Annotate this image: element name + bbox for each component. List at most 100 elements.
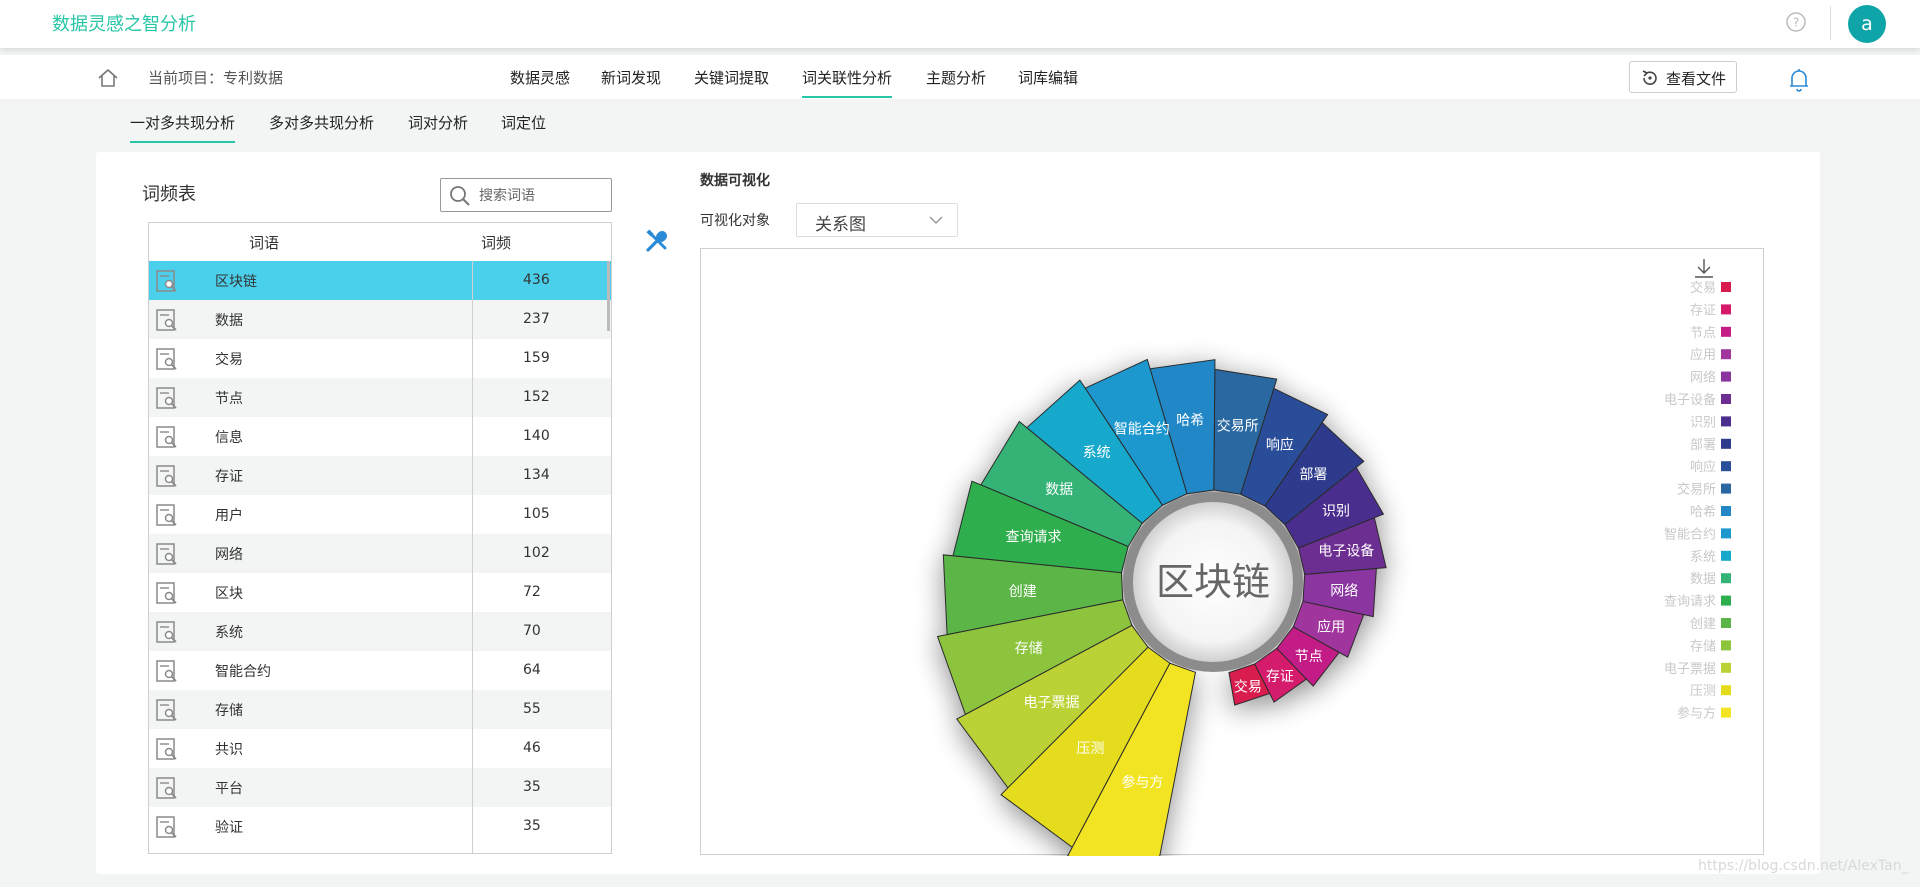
tab-data-inspiration[interactable]: 数据灵感 — [510, 67, 570, 88]
table-row[interactable]: 存证 134 — [149, 456, 611, 495]
tab-new-word-discovery[interactable]: 新词发现 — [601, 67, 661, 88]
table-row[interactable]: 系统 70 — [149, 612, 611, 651]
document-search-icon[interactable] — [155, 698, 179, 722]
table-row[interactable]: 网络 102 — [149, 534, 611, 573]
legend-label[interactable]: 查询请求 — [1664, 595, 1716, 610]
row-count: 152 — [523, 389, 550, 405]
table-row[interactable]: 验证 35 — [149, 807, 611, 846]
tab-word-association[interactable]: 词关联性分析 — [802, 67, 893, 98]
table-row[interactable]: 智能合约 64 — [149, 651, 611, 690]
legend-swatch[interactable] — [1721, 595, 1731, 606]
download-icon[interactable] — [1695, 259, 1713, 278]
help-icon[interactable]: ? — [1785, 11, 1807, 33]
legend-swatch[interactable] — [1721, 707, 1731, 718]
legend-label[interactable]: 识别 — [1690, 415, 1716, 430]
legend-swatch[interactable] — [1721, 349, 1731, 360]
legend-label[interactable]: 系统 — [1690, 550, 1716, 565]
document-search-icon[interactable] — [155, 581, 179, 605]
legend-label[interactable]: 交易 — [1690, 280, 1716, 296]
avatar[interactable]: a — [1848, 5, 1886, 43]
table-row[interactable]: 存储 55 — [149, 690, 611, 729]
legend-swatch[interactable] — [1721, 438, 1731, 449]
document-search-icon[interactable] — [155, 659, 179, 683]
legend-label[interactable]: 电子票据 — [1664, 662, 1716, 677]
document-search-icon[interactable] — [155, 347, 179, 371]
legend-swatch[interactable] — [1721, 282, 1731, 292]
document-search-icon[interactable] — [155, 386, 179, 410]
rose-chart: 交易存证节点应用网络电子设备识别部署响应交易所哈希智能合约系统数据查询请求创建存… — [936, 259, 1731, 856]
legend-swatch[interactable] — [1721, 573, 1731, 584]
legend-label[interactable]: 智能合约 — [1664, 527, 1716, 542]
legend-swatch[interactable] — [1721, 618, 1731, 628]
table-row[interactable]: 信息 140 — [149, 417, 611, 456]
document-search-icon[interactable] — [155, 815, 179, 839]
legend-label[interactable]: 节点 — [1690, 326, 1716, 341]
document-search-icon[interactable] — [155, 269, 179, 293]
table-row[interactable]: 数据 237 — [149, 300, 611, 339]
legend-label[interactable]: 网络 — [1690, 370, 1716, 386]
document-search-icon[interactable] — [155, 503, 179, 527]
legend-label[interactable]: 哈希 — [1690, 505, 1716, 520]
document-search-icon[interactable] — [155, 464, 179, 488]
document-search-icon[interactable] — [155, 308, 179, 332]
home-icon[interactable] — [97, 67, 119, 89]
legend-label[interactable]: 参与方 — [1677, 706, 1716, 722]
legend-label[interactable]: 压测 — [1690, 684, 1716, 699]
legend-label[interactable]: 响应 — [1690, 459, 1716, 475]
column-header-frequency[interactable]: 词频 — [481, 232, 511, 253]
tools-icon[interactable] — [644, 228, 670, 254]
legend-label[interactable]: 交易所 — [1677, 482, 1716, 498]
subtab-word-location[interactable]: 词定位 — [501, 112, 546, 133]
legend-label[interactable]: 应用 — [1690, 347, 1716, 363]
legend-label[interactable]: 存储 — [1690, 639, 1716, 654]
table-row[interactable]: 区块链 436 — [149, 261, 611, 300]
row-word: 信息 — [215, 430, 243, 446]
tab-lexicon-edit[interactable]: 词库编辑 — [1018, 67, 1078, 88]
subtab-one-to-many[interactable]: 一对多共现分析 — [130, 112, 236, 143]
document-search-icon[interactable] — [155, 425, 179, 449]
legend-swatch[interactable] — [1721, 550, 1731, 561]
view-file-button[interactable]: 查看文件 — [1629, 61, 1737, 93]
legend-swatch[interactable] — [1721, 662, 1731, 673]
legend-swatch[interactable] — [1721, 640, 1731, 651]
legend-swatch[interactable] — [1721, 416, 1731, 427]
document-search-icon[interactable] — [155, 737, 179, 761]
legend-swatch[interactable] — [1721, 685, 1731, 696]
legend-label[interactable]: 电子设备 — [1664, 392, 1716, 408]
table-scrollbar[interactable] — [607, 261, 610, 331]
document-search-icon[interactable] — [155, 776, 179, 800]
legend-swatch[interactable] — [1721, 326, 1731, 337]
legend-swatch[interactable] — [1721, 528, 1731, 539]
document-search-icon[interactable] — [155, 620, 179, 644]
tab-keyword-extraction[interactable]: 关键词提取 — [694, 67, 769, 88]
table-row[interactable]: 平台 35 — [149, 768, 611, 807]
app-title[interactable]: 数据灵感之智分析 — [52, 10, 196, 36]
legend-swatch[interactable] — [1721, 461, 1731, 472]
legend-swatch[interactable] — [1721, 304, 1731, 315]
table-row[interactable]: 交易 159 — [149, 339, 611, 378]
search-input[interactable] — [477, 184, 609, 208]
search-box[interactable] — [440, 178, 612, 212]
column-header-word[interactable]: 词语 — [249, 232, 279, 253]
table-row[interactable]: 共识 46 — [149, 729, 611, 768]
tab-topic-analysis[interactable]: 主题分析 — [926, 67, 986, 88]
legend-label[interactable]: 部署 — [1690, 438, 1716, 453]
bell-icon[interactable] — [1787, 67, 1811, 93]
subtab-many-to-many[interactable]: 多对多共现分析 — [269, 112, 374, 133]
legend-swatch[interactable] — [1721, 506, 1731, 516]
subtab-word-pair[interactable]: 词对分析 — [408, 112, 468, 133]
legend-label[interactable]: 存证 — [1690, 303, 1716, 318]
row-word: 智能合约 — [215, 664, 271, 680]
legend-swatch[interactable] — [1721, 371, 1731, 382]
table-row[interactable]: 节点 152 — [149, 378, 611, 417]
table-row[interactable]: 用户 105 — [149, 495, 611, 534]
document-search-icon[interactable] — [155, 542, 179, 566]
table-row[interactable]: 区块 72 — [149, 573, 611, 612]
legend-swatch[interactable] — [1721, 483, 1731, 494]
legend-label[interactable]: 创建 — [1690, 617, 1716, 632]
legend-label[interactable]: 数据 — [1690, 572, 1716, 587]
row-word: 网络 — [215, 547, 243, 563]
column-divider — [472, 261, 473, 853]
viz-target-select[interactable]: 关系图 — [796, 203, 958, 237]
legend-swatch[interactable] — [1721, 394, 1731, 404]
